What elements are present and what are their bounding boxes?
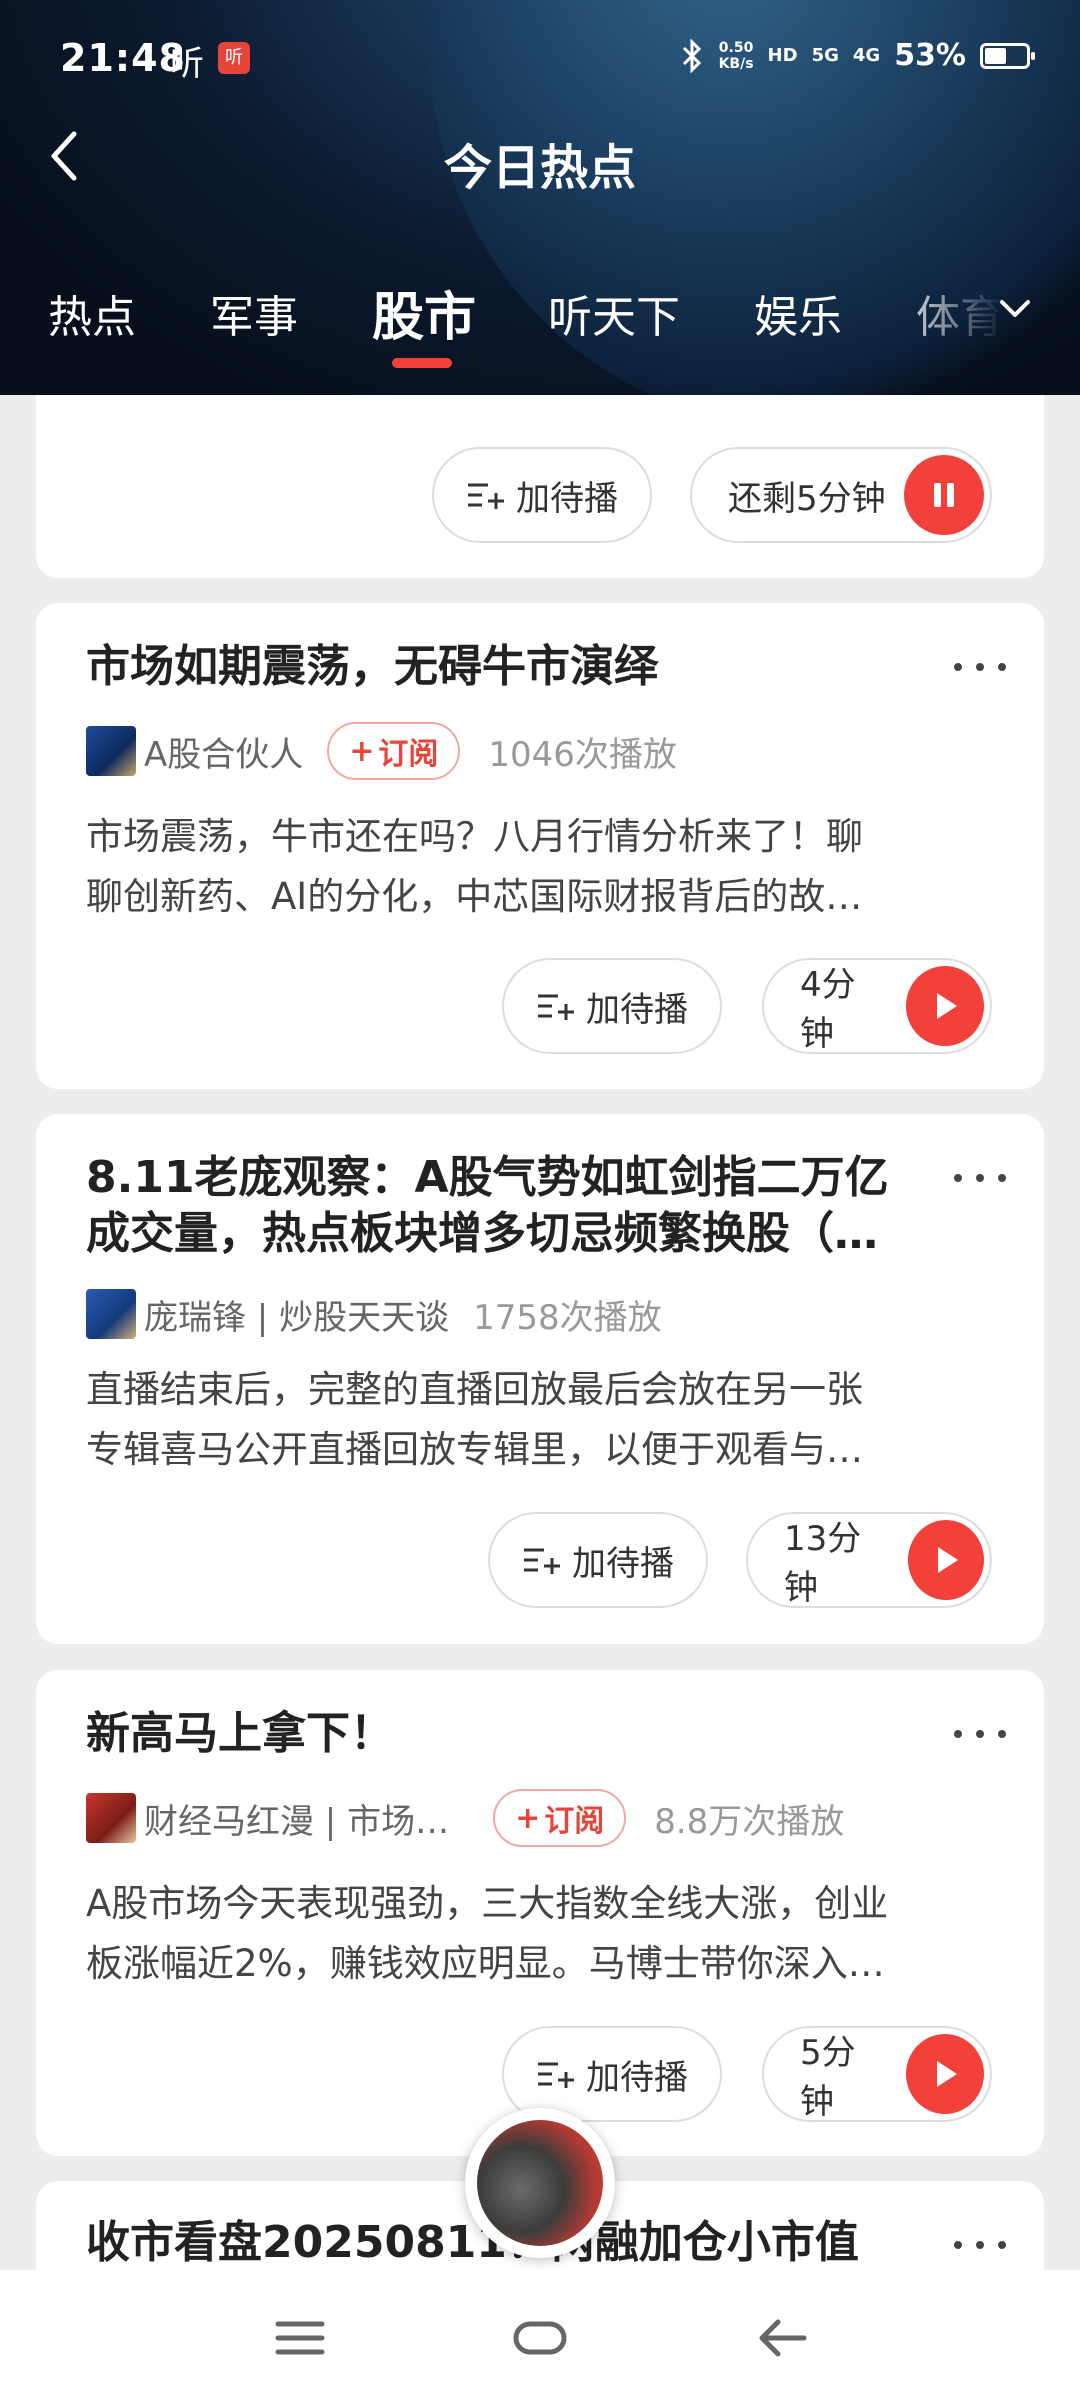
status-bar: 21:48 听 听 0.50 KB/s HD 5G 4G 53%	[0, 0, 1080, 120]
tab-stock[interactable]: 股市	[372, 275, 476, 350]
bluetooth-icon	[682, 38, 701, 73]
author-name[interactable]: 庞瑞锋 | 炒股天天谈	[144, 1290, 449, 1339]
net-speed: 0.50 KB/s	[719, 40, 754, 72]
episode-card[interactable]: 市场如期震荡，无碍牛市演绎 A股合伙人 + 订阅 1046次播放 市场震荡，牛市还…	[36, 603, 1044, 1089]
description-line: 专辑喜马公开直播回放专辑里，以便于观看与…	[86, 1428, 863, 1471]
episode-title[interactable]: 8.11老庞观察：A股气势如虹剑指二万亿 成交量，热点板块增多切忌频繁换股（…	[86, 1150, 934, 1262]
title-line: 8.11老庞观察：A股气势如虹剑指二万亿	[86, 1152, 889, 1203]
back-icon[interactable]	[752, 2308, 812, 2368]
net-speed-value: 0.50	[718, 39, 754, 56]
listen-app-icon: 听	[170, 44, 204, 84]
episode-title[interactable]: 新高马上拿下！	[86, 1706, 934, 1762]
subscribe-button[interactable]: + 订阅	[327, 722, 461, 780]
play-icon	[905, 2034, 984, 2114]
episode-description: 直播结束后，完整的直播回放最后会放在另一张 专辑喜马公开直播回放专辑里，以便于观…	[86, 1360, 994, 1480]
description-line: 聊创新药、AI的分化，中芯国际财报背后的故…	[86, 875, 863, 918]
add-to-queue-button[interactable]: 加待播	[502, 958, 722, 1054]
add-to-queue-button[interactable]: 加待播	[432, 447, 652, 543]
play-icon	[907, 1520, 984, 1600]
duration: 13分钟	[784, 1519, 862, 1608]
ximalaya-app-icon: 听	[218, 42, 250, 74]
page-title: 今日热点	[443, 140, 636, 196]
play-count: 1758次播放	[473, 1297, 662, 1338]
active-tab-indicator	[392, 358, 452, 368]
description-line: 市场震荡，牛市还在吗？八月行情分析来了！聊	[86, 815, 863, 858]
title-line: 成交量，热点板块增多切忌频繁换股（…	[86, 1208, 878, 1259]
author-avatar[interactable]	[86, 1289, 136, 1339]
author-avatar[interactable]	[86, 726, 136, 776]
more-options-icon[interactable]	[954, 2231, 1014, 2261]
menu-icon[interactable]	[270, 2308, 330, 2368]
more-options-icon[interactable]	[954, 1164, 1014, 1194]
add-queue-label: 加待播	[586, 989, 688, 1030]
tab-entertainment[interactable]: 娱乐	[754, 281, 842, 345]
episode-card-playing: 加待播 还剩5分钟	[36, 395, 1044, 578]
subscribe-button[interactable]: + 订阅	[493, 1789, 627, 1847]
tab-world[interactable]: 听天下	[548, 281, 680, 345]
add-queue-icon	[538, 2062, 574, 2088]
episode-description: A股市场今天表现强劲，三大指数全线大涨，创业 板涨幅近2%，赚钱效应明显。马博士…	[86, 1874, 994, 1994]
album-cover	[477, 2120, 603, 2246]
play-button[interactable]: 5分钟	[762, 2026, 992, 2122]
duration: 4分钟	[800, 965, 856, 1054]
description-line: A股市场今天表现强劲，三大指数全线大涨，创业	[86, 1882, 889, 1925]
tab-military[interactable]: 军事	[210, 281, 298, 345]
pause-button[interactable]: 还剩5分钟	[690, 447, 992, 543]
add-queue-label: 加待播	[572, 1543, 674, 1584]
author-name[interactable]: 财经马红漫 | 市场…	[144, 1794, 449, 1843]
plus-icon: +	[515, 1800, 541, 1836]
chevron-down-icon[interactable]	[990, 289, 1040, 329]
status-time: 21:48	[60, 36, 186, 80]
author-avatar[interactable]	[86, 1793, 136, 1843]
more-options-icon[interactable]	[954, 653, 1014, 683]
subscribe-label: 订阅	[544, 1804, 605, 1839]
signal-4g-icon: 4G	[852, 45, 881, 66]
play-count: 1046次播放	[488, 734, 677, 775]
category-tabs: 热点 军事 股市 听天下 娱乐 体育	[0, 275, 1080, 368]
add-queue-label: 加待播	[586, 2057, 688, 2098]
episode-meta: 财经马红漫 | 市场… + 订阅 8.8万次播放	[86, 1789, 845, 1847]
play-button[interactable]: 13分钟	[746, 1512, 992, 1608]
description-line: 板涨幅近2%，赚钱效应明显。马博士带你深入…	[86, 1942, 885, 1985]
pause-icon	[904, 455, 984, 535]
add-queue-icon	[524, 1548, 560, 1574]
subscribe-label: 订阅	[378, 737, 439, 772]
episode-meta: A股合伙人 + 订阅 1046次播放	[86, 722, 677, 780]
plus-icon: +	[349, 733, 375, 769]
episode-card[interactable]: 新高马上拿下！ 财经马红漫 | 市场… + 订阅 8.8万次播放 A股市场今天表现…	[36, 1670, 1044, 2156]
tab-hot[interactable]: 热点	[48, 281, 136, 345]
signal-5g-icon: 5G	[811, 45, 839, 66]
more-options-icon[interactable]	[954, 1720, 1014, 1750]
add-queue-icon	[468, 483, 504, 509]
net-speed-unit: KB/s	[718, 55, 754, 72]
remaining-time: 还剩5分钟	[728, 478, 886, 519]
add-queue-label: 加待播	[516, 478, 618, 519]
battery-percent: 53%	[894, 38, 966, 73]
battery-icon	[980, 42, 1035, 69]
author-name[interactable]: A股合伙人	[144, 727, 303, 776]
header: 21:48 听 听 0.50 KB/s HD 5G 4G 53% 今日热点 热点…	[0, 0, 1080, 395]
episode-title[interactable]: 市场如期震荡，无碍牛市演绎	[86, 639, 934, 695]
description-line: 直播结束后，完整的直播回放最后会放在另一张	[86, 1368, 863, 1411]
episode-meta: 庞瑞锋 | 炒股天天谈 1758次播放	[86, 1286, 662, 1342]
hd-icon: HD	[767, 45, 798, 66]
episode-card[interactable]: 8.11老庞观察：A股气势如虹剑指二万亿 成交量，热点板块增多切忌频繁换股（… …	[36, 1114, 1044, 1644]
play-button[interactable]: 4分钟	[762, 958, 992, 1054]
add-to-queue-button[interactable]: 加待播	[488, 1512, 708, 1608]
play-icon	[905, 966, 984, 1046]
duration: 5分钟	[800, 2033, 856, 2122]
episode-description: 市场震荡，牛市还在吗？八月行情分析来了！聊 聊创新药、AI的分化，中芯国际财报背…	[86, 807, 994, 927]
status-icons: 0.50 KB/s HD 5G 4G 53%	[679, 38, 1035, 73]
add-queue-icon	[538, 994, 574, 1020]
system-navigation-bar	[0, 2270, 1080, 2400]
mini-player-cover[interactable]	[465, 2108, 615, 2258]
play-count: 8.8万次播放	[654, 1801, 845, 1842]
home-icon[interactable]	[510, 2308, 570, 2368]
